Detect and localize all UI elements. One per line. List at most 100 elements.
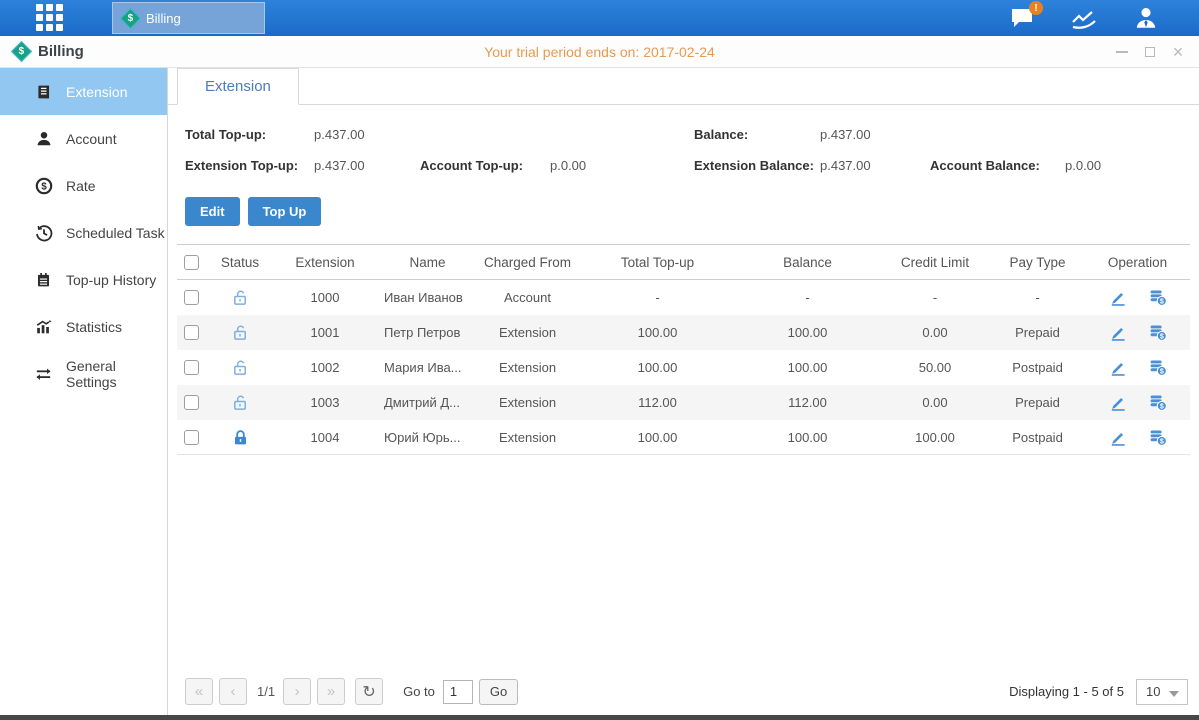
user-account-icon[interactable] bbox=[1131, 5, 1161, 31]
top-up-row-icon[interactable]: $ bbox=[1148, 428, 1168, 447]
total-topup-cell: - bbox=[580, 290, 735, 305]
pay-type-cell: Prepaid bbox=[990, 325, 1085, 340]
extension-cell: 1004 bbox=[270, 430, 380, 445]
total-topup-cell: 100.00 bbox=[580, 325, 735, 340]
balance-cell: 100.00 bbox=[735, 325, 880, 340]
sidebar-item-label: Extension bbox=[66, 84, 127, 100]
name-cell: Дмитрий Д... bbox=[380, 395, 475, 410]
balance-cell: 112.00 bbox=[735, 395, 880, 410]
svg-text:$: $ bbox=[1159, 332, 1163, 340]
name-cell: Юрий Юрь... bbox=[380, 430, 475, 445]
balance-cell: - bbox=[735, 290, 880, 305]
edit-row-icon[interactable] bbox=[1108, 323, 1128, 342]
credit-limit-cell: 50.00 bbox=[880, 360, 990, 375]
select-all-checkbox[interactable] bbox=[184, 255, 199, 270]
top-up-row-icon[interactable]: $ bbox=[1148, 393, 1168, 412]
edit-button[interactable]: Edit bbox=[185, 197, 240, 226]
minimize-icon[interactable] bbox=[1115, 45, 1129, 59]
goto-label: Go to bbox=[403, 684, 435, 699]
window-title: $ Billing bbox=[14, 43, 254, 60]
top-up-row-icon[interactable]: $ bbox=[1148, 323, 1168, 342]
extension-cell: 1003 bbox=[270, 395, 380, 410]
svg-text:$: $ bbox=[41, 181, 47, 192]
page-size-select[interactable]: 10 bbox=[1136, 679, 1188, 705]
sidebar-item-scheduled-task[interactable]: Scheduled Task bbox=[0, 209, 167, 256]
total-topup-value: p.437.00 bbox=[314, 127, 365, 142]
table-row: 1002Мария Ива...Extension100.00100.0050.… bbox=[177, 350, 1190, 385]
app-launcher-icon[interactable] bbox=[36, 4, 64, 32]
table-row: 1003Дмитрий Д...Extension112.00112.000.0… bbox=[177, 385, 1190, 420]
refresh-icon[interactable]: ↻ bbox=[355, 678, 383, 705]
billing-summary: Total Top-up: p.437.00 Extension Top-up:… bbox=[168, 119, 1199, 183]
user-icon bbox=[34, 130, 53, 148]
extension-balance-value: p.437.00 bbox=[820, 158, 930, 173]
system-topbar: $ Billing ! bbox=[0, 0, 1199, 36]
maximize-icon[interactable] bbox=[1143, 45, 1157, 59]
last-page-button[interactable]: » bbox=[317, 678, 345, 705]
taskbar-tab-billing[interactable]: $ Billing bbox=[112, 2, 265, 34]
sidebar-item-statistics[interactable]: Statistics bbox=[0, 303, 167, 350]
stats-icon bbox=[34, 318, 53, 336]
close-icon[interactable]: × bbox=[1171, 45, 1185, 59]
displaying-text: Displaying 1 - 5 of 5 bbox=[1009, 684, 1124, 699]
pay-type-cell: Postpaid bbox=[990, 430, 1085, 445]
edit-row-icon[interactable] bbox=[1108, 288, 1128, 307]
prev-page-button[interactable]: ‹ bbox=[219, 678, 247, 705]
top-up-row-icon[interactable]: $ bbox=[1148, 288, 1168, 307]
sidebar-item-label: Rate bbox=[66, 178, 96, 194]
row-checkbox[interactable] bbox=[184, 325, 199, 340]
notifications-chat-icon[interactable]: ! bbox=[1007, 5, 1037, 31]
total-topup-cell: 112.00 bbox=[580, 395, 735, 410]
lock-open-icon[interactable] bbox=[231, 358, 250, 377]
column-header: Charged From bbox=[475, 255, 580, 270]
topbar-actions: ! bbox=[1007, 0, 1161, 36]
pay-type-cell: - bbox=[990, 290, 1085, 305]
name-cell: Мария Ива... bbox=[380, 360, 475, 375]
lock-open-icon[interactable] bbox=[231, 323, 250, 342]
sidebar-item-top-up-history[interactable]: Top-up History bbox=[0, 256, 167, 303]
pay-type-cell: Prepaid bbox=[990, 395, 1085, 410]
trial-notice: Your trial period ends on: 2017-02-24 bbox=[254, 44, 945, 60]
sidebar-item-extension[interactable]: Extension bbox=[0, 68, 167, 115]
sidebar-item-label: Scheduled Task bbox=[66, 225, 165, 241]
row-checkbox[interactable] bbox=[184, 395, 199, 410]
sidebar-item-rate[interactable]: $ Rate bbox=[0, 162, 167, 209]
total-topup-label: Total Top-up: bbox=[185, 127, 314, 142]
column-header: Name bbox=[380, 255, 475, 270]
sidebar-item-account[interactable]: Account bbox=[0, 115, 167, 162]
row-checkbox[interactable] bbox=[184, 290, 199, 305]
top-up-row-icon[interactable]: $ bbox=[1148, 358, 1168, 377]
charged-from-cell: Extension bbox=[475, 360, 580, 375]
goto-page-input[interactable] bbox=[443, 680, 473, 704]
lock-open-icon[interactable] bbox=[231, 393, 250, 412]
tab-extension[interactable]: Extension bbox=[177, 68, 299, 105]
edit-row-icon[interactable] bbox=[1108, 428, 1128, 447]
billing-window-icon: $ bbox=[11, 41, 32, 62]
row-checkbox[interactable] bbox=[184, 360, 199, 375]
edit-row-icon[interactable] bbox=[1108, 358, 1128, 377]
chevron-down-icon bbox=[1169, 691, 1179, 697]
window-titlebar: $ Billing Your trial period ends on: 201… bbox=[0, 36, 1199, 68]
row-checkbox[interactable] bbox=[184, 430, 199, 445]
sidebar-item-label: Account bbox=[66, 131, 117, 147]
lock-closed-icon[interactable] bbox=[231, 428, 250, 447]
sidebar-item-label: Statistics bbox=[66, 319, 122, 335]
charged-from-cell: Account bbox=[475, 290, 580, 305]
edit-row-icon[interactable] bbox=[1108, 393, 1128, 412]
go-button[interactable]: Go bbox=[479, 679, 518, 705]
lock-open-icon[interactable] bbox=[231, 288, 250, 307]
svg-text:$: $ bbox=[1159, 297, 1163, 305]
taskbar-tab-label: Billing bbox=[146, 11, 181, 26]
statistics-chart-icon[interactable] bbox=[1069, 5, 1099, 31]
column-header: Balance bbox=[735, 255, 880, 270]
table-header-row: StatusExtensionNameCharged FromTotal Top… bbox=[177, 244, 1190, 280]
next-page-button[interactable]: › bbox=[283, 678, 311, 705]
sidebar-item-general-settings[interactable]: General Settings bbox=[0, 350, 167, 397]
charged-from-cell: Extension bbox=[475, 325, 580, 340]
tab-strip: Extension bbox=[168, 68, 1199, 105]
page-size-value: 10 bbox=[1146, 684, 1160, 699]
first-page-button[interactable]: « bbox=[185, 678, 213, 705]
ledger-icon bbox=[34, 83, 53, 101]
top-up-button[interactable]: Top Up bbox=[248, 197, 322, 226]
main-content: Extension Total Top-up: p.437.00 Extensi… bbox=[168, 68, 1199, 715]
